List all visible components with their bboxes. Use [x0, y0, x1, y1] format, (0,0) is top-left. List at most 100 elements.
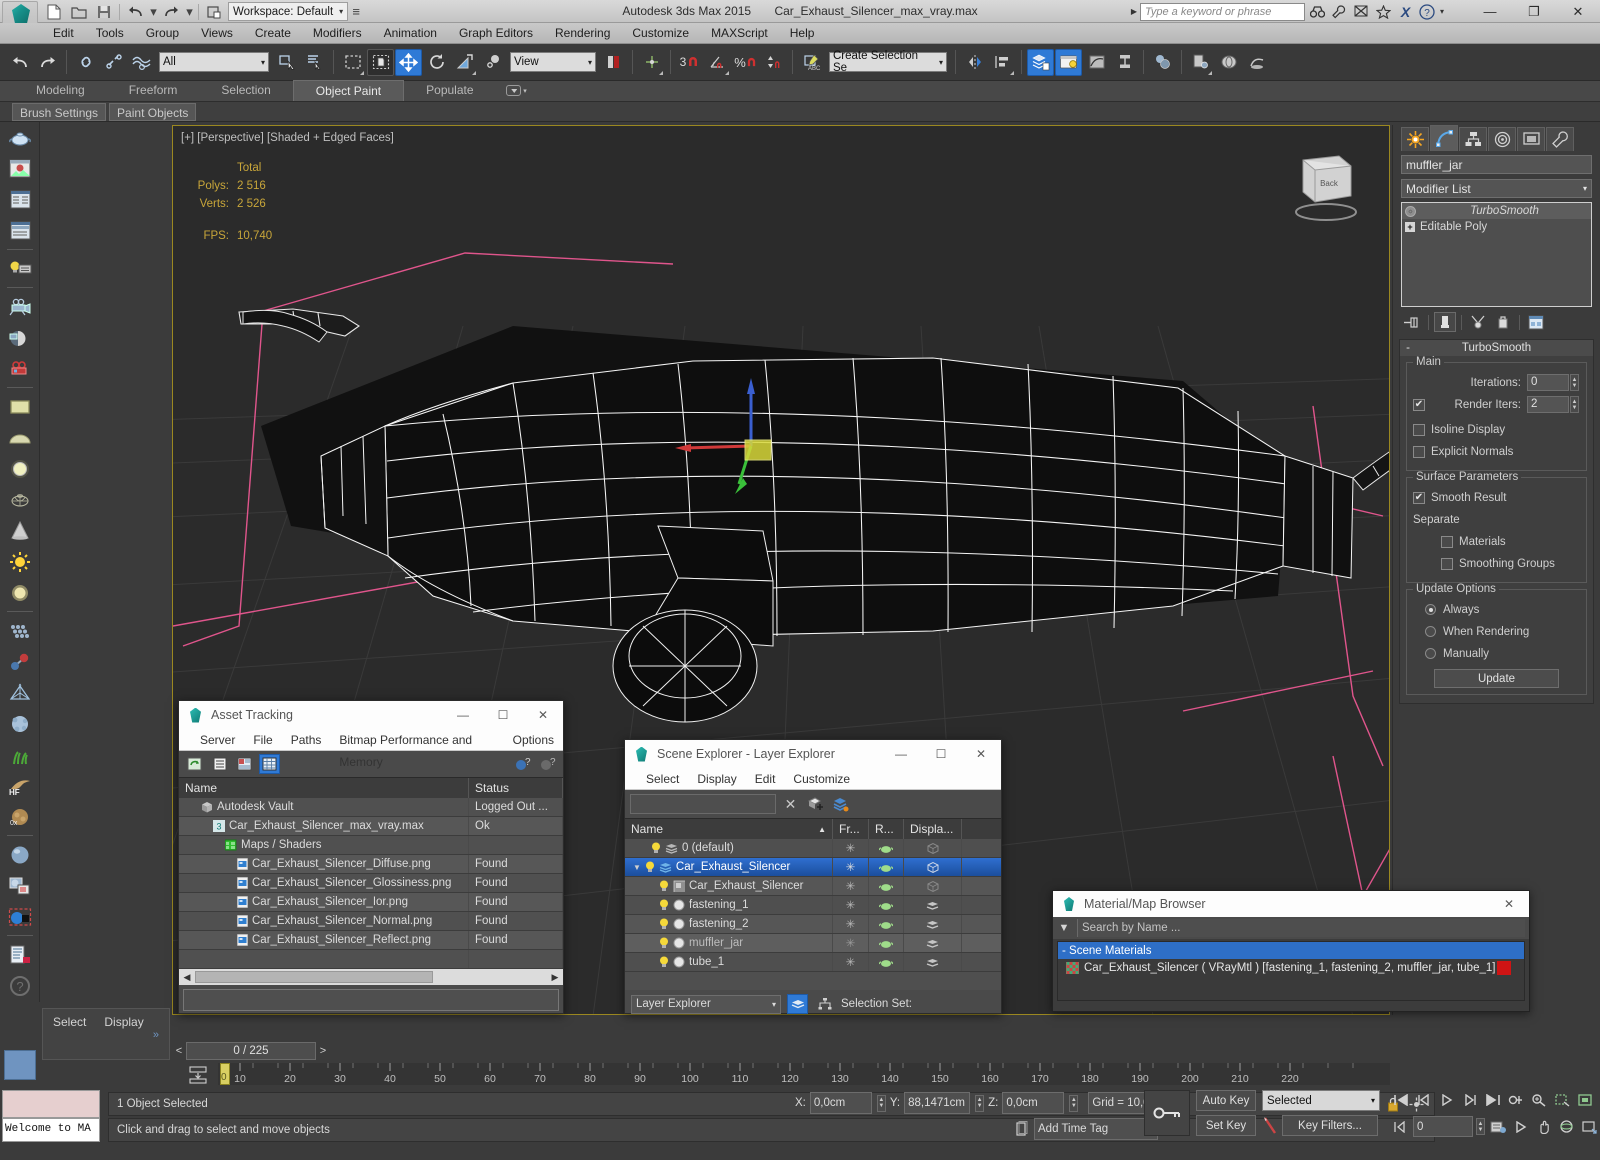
track-view-open-icon[interactable]: [178, 1062, 218, 1088]
freeze-icon[interactable]: ✳: [833, 839, 869, 857]
workspace-menu-icon[interactable]: ≡: [350, 2, 362, 22]
freeze-icon[interactable]: ✳: [833, 953, 869, 971]
exchange-icon[interactable]: X: [1396, 3, 1415, 21]
freeze-icon[interactable]: ✳: [833, 877, 869, 895]
isoline-display-row[interactable]: Isoline Display: [1413, 420, 1580, 439]
expand-plus-icon[interactable]: +: [1405, 222, 1415, 232]
new-layer-icon[interactable]: [805, 794, 826, 814]
renderable-teapot-icon[interactable]: [869, 896, 904, 914]
light-bulb-icon[interactable]: [645, 861, 655, 873]
left-tool-camera[interactable]: [0, 291, 40, 322]
display-as-box-icon[interactable]: [904, 858, 962, 876]
display-as-box-icon[interactable]: [904, 877, 962, 895]
menu-graph-editors[interactable]: Graph Editors: [448, 23, 544, 44]
left-tool-render-presets[interactable]: [0, 215, 40, 246]
iterations-input[interactable]: 0: [1527, 374, 1569, 391]
always-radio[interactable]: [1425, 604, 1436, 615]
select-and-manipulate-icon[interactable]: [600, 49, 627, 76]
iterations-spinner[interactable]: ▲ ▼: [1570, 374, 1579, 391]
menu-file[interactable]: File: [244, 729, 281, 751]
left-tool-molecule[interactable]: [0, 646, 40, 677]
left-tool-hair-and-fur[interactable]: HF: [0, 770, 40, 801]
left-tool-material-editor[interactable]: [0, 153, 40, 184]
material-browser-list[interactable]: - Scene Materials Car_Exhaust_Silencer (…: [1057, 941, 1525, 1001]
manually-radio[interactable]: [1425, 648, 1436, 659]
detail-view-icon[interactable]: [234, 754, 255, 774]
key-mode-combo[interactable]: Selected ▾: [1262, 1090, 1380, 1111]
render-iters-spinner[interactable]: ▲ ▼: [1570, 396, 1579, 413]
menu-help[interactable]: Help: [779, 23, 826, 44]
renderable-teapot-icon[interactable]: [869, 839, 904, 857]
minimize-button[interactable]: —: [1468, 0, 1512, 23]
freeze-icon[interactable]: ✳: [833, 915, 869, 933]
help-dropdown-icon[interactable]: ▾: [1440, 7, 1444, 16]
workspace-selector[interactable]: Workspace: Default ▾: [228, 2, 349, 21]
light-bulb-icon[interactable]: [659, 956, 669, 968]
hierarchy-tab-icon[interactable]: [1459, 127, 1487, 151]
redo-icon[interactable]: [34, 49, 61, 76]
explicit-normals-row[interactable]: Explicit Normals: [1413, 442, 1580, 461]
auto-key-button[interactable]: Auto Key: [1196, 1090, 1256, 1111]
schematic-view-icon[interactable]: [1111, 49, 1138, 76]
create-tab-icon[interactable]: [1401, 127, 1429, 151]
menu-create[interactable]: Create: [244, 23, 302, 44]
help-icon[interactable]: ?: [537, 754, 558, 774]
edit-named-selection-sets-icon[interactable]: ABC: [798, 49, 825, 76]
list-item[interactable]: muffler_jar ✳: [625, 934, 1001, 953]
key-toggle-button[interactable]: [1144, 1090, 1190, 1136]
search-input[interactable]: Type a keyword or phrase: [1139, 2, 1305, 21]
explicit-normals-checkbox[interactable]: [1413, 445, 1425, 458]
y-coordinate-field[interactable]: 88,1471cm: [904, 1092, 971, 1114]
freeze-icon[interactable]: ✳: [833, 858, 869, 876]
zoom-region-icon[interactable]: [1551, 1090, 1572, 1110]
snaps-toggle-icon[interactable]: [638, 49, 665, 76]
menu-rendering[interactable]: Rendering: [544, 23, 621, 44]
list-item[interactable]: Car_Exhaust_Silencer ✳: [625, 877, 1001, 896]
configure-modifier-sets-icon[interactable]: [1525, 312, 1547, 332]
left-tool-render-setup[interactable]: [0, 184, 40, 215]
tab-populate[interactable]: Populate: [404, 80, 495, 101]
renderable-teapot-icon[interactable]: [869, 915, 904, 933]
scene-explorer-table-body[interactable]: 0 (default) ✳ ▼ Car_Exhaust_Silencer ✳ C…: [625, 839, 1001, 990]
asset-path-field[interactable]: [183, 989, 559, 1011]
expand-arrow-icon[interactable]: ▶: [1131, 7, 1137, 16]
redo-icon[interactable]: [160, 2, 183, 22]
menu-customize[interactable]: Customize: [784, 768, 859, 790]
left-tool-material-slot[interactable]: [0, 870, 40, 901]
key-frame-field[interactable]: 0: [1413, 1116, 1473, 1137]
unlink-icon[interactable]: [100, 49, 127, 76]
table-row[interactable]: Car_Exhaust_Silencer_Normal.png Found: [179, 912, 563, 931]
go-to-end-icon[interactable]: [1482, 1090, 1503, 1110]
filter-dropdown-icon[interactable]: ▼: [1057, 922, 1071, 934]
set-key-button[interactable]: Set Key: [1196, 1115, 1256, 1136]
binoculars-icon[interactable]: [1308, 3, 1327, 21]
update-option-always[interactable]: Always: [1413, 600, 1580, 619]
key-filters-button[interactable]: Key Filters...: [1282, 1115, 1378, 1136]
menu-customize[interactable]: Customize: [621, 23, 700, 44]
display-layers-icon[interactable]: [904, 915, 962, 933]
time-configuration-icon[interactable]: [1487, 1117, 1508, 1137]
display-label[interactable]: Display: [104, 1015, 143, 1029]
list-item[interactable]: 0 (default) ✳: [625, 839, 1001, 858]
reference-coordinate-combo[interactable]: View ▾: [510, 52, 596, 72]
more-options-label[interactable]: »: [43, 1029, 169, 1041]
use-center-flyout-icon[interactable]: [479, 49, 506, 76]
material-map-browser[interactable]: Material/Map Browser ✕ ▼ Search by Name …: [1052, 890, 1530, 1012]
pin-stack-icon[interactable]: [1401, 312, 1423, 332]
tab-selection[interactable]: Selection: [199, 80, 292, 101]
field-of-view-icon[interactable]: [1579, 1117, 1600, 1137]
display-layers-icon[interactable]: [904, 896, 962, 914]
select-and-move-icon[interactable]: [395, 48, 422, 76]
subscription-icon[interactable]: [1352, 3, 1371, 21]
named-selection-sets-combo[interactable]: Create Selection Se ▾: [829, 50, 947, 74]
close-button[interactable]: ✕: [523, 701, 563, 729]
smooth-result-row[interactable]: ✔ Smooth Result: [1413, 488, 1580, 507]
close-button[interactable]: ✕: [1489, 891, 1529, 917]
remove-modifier-icon[interactable]: [1492, 312, 1514, 332]
update-button[interactable]: Update: [1434, 669, 1559, 688]
menu-maxscript[interactable]: MAXScript: [700, 23, 779, 44]
left-tool-wireframe-teapot[interactable]: [0, 484, 40, 515]
select-label[interactable]: Select: [53, 1015, 86, 1029]
list-item[interactable]: fastening_1 ✳: [625, 896, 1001, 915]
tab-freeform[interactable]: Freeform: [107, 80, 200, 101]
